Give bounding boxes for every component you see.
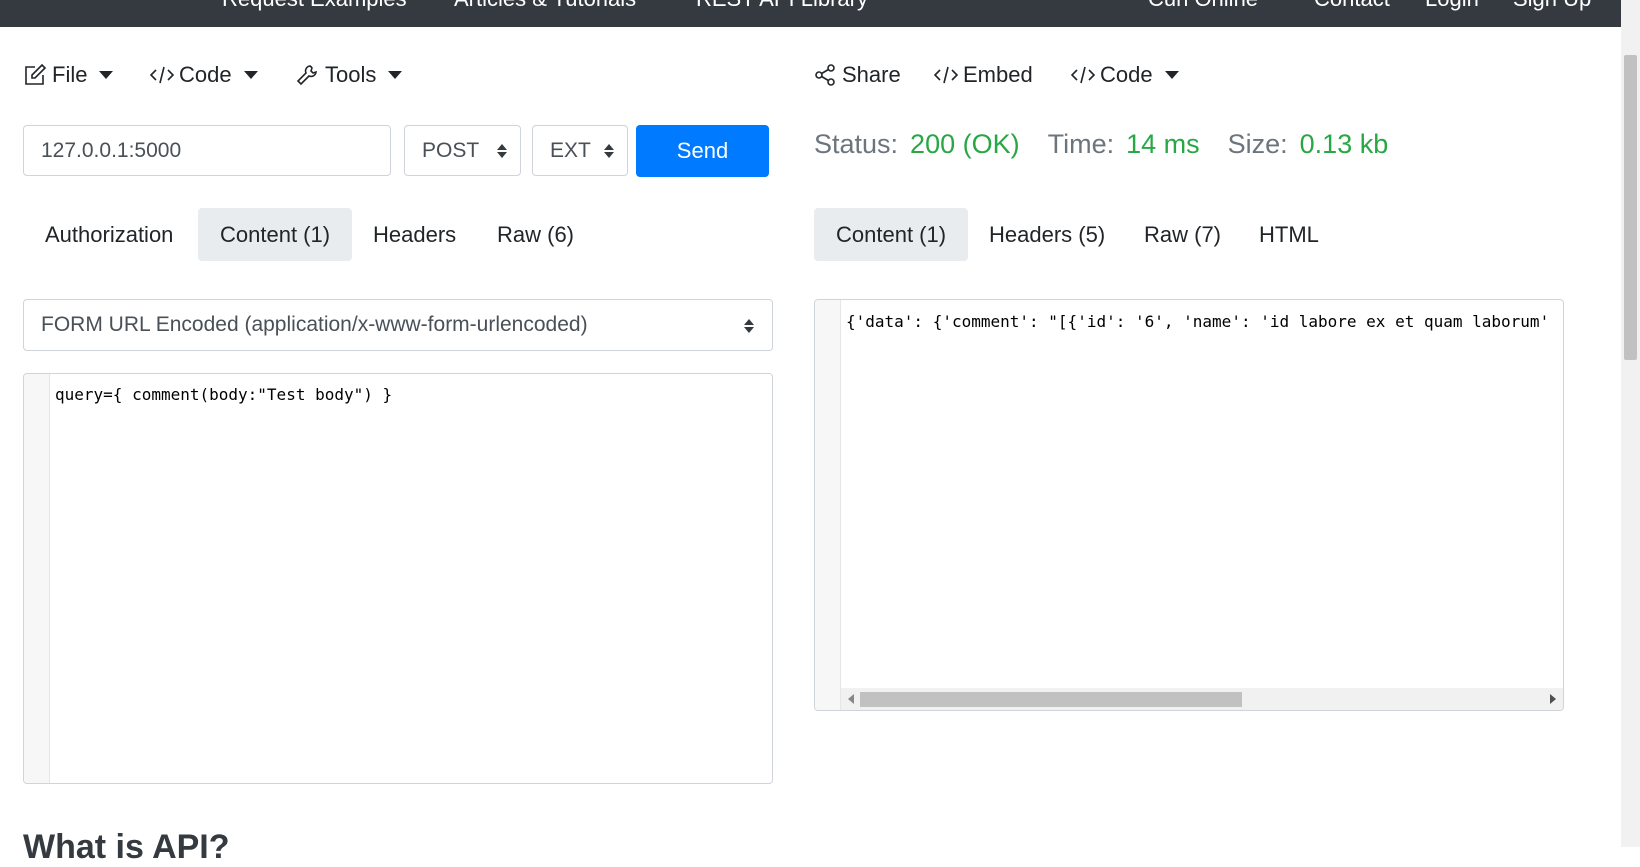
- nav-link-curl-online[interactable]: Curl Online: [1148, 0, 1258, 12]
- nav-link-articles-tutorials[interactable]: Articles & Tutorials: [454, 0, 636, 12]
- share-button[interactable]: Share: [813, 58, 901, 92]
- response-status-line: Status: 200 (OK) Time: 14 ms Size: 0.13 …: [814, 124, 1416, 164]
- edit-icon: [23, 63, 47, 87]
- status-label: Status:: [814, 128, 899, 159]
- code-icon: [150, 65, 174, 85]
- editor-gutter: [24, 374, 50, 783]
- response-code-menu[interactable]: Code: [1071, 58, 1179, 92]
- file-menu[interactable]: File: [23, 58, 114, 92]
- horizontal-scrollbar-thumb[interactable]: [860, 692, 1242, 707]
- top-navbar: Request Examples Articles & Tutorials RE…: [0, 0, 1621, 27]
- time-label: Time:: [1047, 128, 1115, 159]
- code-menu[interactable]: Code: [150, 58, 258, 92]
- caret-down-icon: [99, 71, 114, 79]
- request-body-editor[interactable]: query={ comment(body:"Test body") }: [23, 373, 773, 784]
- embed-button[interactable]: Embed: [934, 58, 1033, 92]
- scroll-left-arrow-icon[interactable]: [848, 694, 854, 704]
- tools-menu-label: Tools: [325, 62, 377, 87]
- nav-link-contact[interactable]: Contact: [1314, 0, 1390, 12]
- mode-select[interactable]: EXT: [532, 125, 628, 176]
- content-type-select[interactable]: FORM URL Encoded (application/x-www-form…: [23, 299, 773, 351]
- caret-down-icon: [1164, 71, 1179, 79]
- nav-link-rest-api-library[interactable]: REST API Library: [696, 0, 868, 12]
- tab-response-raw[interactable]: Raw (7): [1122, 208, 1243, 261]
- code-menu-label: Code: [179, 62, 232, 87]
- nav-link-request-examples[interactable]: Request Examples: [222, 0, 407, 12]
- response-body-text[interactable]: {'data': {'comment': "[{'id': '6', 'name…: [846, 312, 1549, 331]
- method-select-value: POST: [422, 138, 480, 162]
- tab-content[interactable]: Content (1): [198, 208, 353, 261]
- response-body-viewer[interactable]: {'data': {'comment': "[{'id': '6', 'name…: [814, 299, 1564, 711]
- page-scrollbar-thumb[interactable]: [1624, 55, 1637, 360]
- nav-link-sign-up[interactable]: Sign Up: [1513, 0, 1591, 12]
- nav-link-login[interactable]: Login: [1425, 0, 1479, 12]
- size-label: Size:: [1227, 128, 1288, 159]
- tab-response-content[interactable]: Content (1): [814, 208, 969, 261]
- send-button[interactable]: Send: [636, 125, 769, 177]
- size-value: 0.13 kb: [1299, 128, 1389, 159]
- tab-headers[interactable]: Headers: [351, 208, 478, 261]
- url-input[interactable]: [23, 125, 391, 176]
- status-value: 200 (OK): [910, 128, 1020, 159]
- code-icon: [934, 65, 958, 85]
- tab-authorization[interactable]: Authorization: [23, 208, 195, 261]
- section-heading: What is API?: [23, 828, 230, 866]
- content-type-value: FORM URL Encoded (application/x-www-form…: [41, 313, 588, 336]
- request-body-text[interactable]: query={ comment(body:"Test body") }: [55, 385, 392, 404]
- scroll-right-arrow-icon[interactable]: [1550, 694, 1556, 704]
- share-label: Share: [842, 62, 901, 87]
- tools-menu[interactable]: Tools: [296, 58, 403, 92]
- tab-raw[interactable]: Raw (6): [475, 208, 596, 261]
- select-arrows-icon: [744, 319, 754, 333]
- method-select[interactable]: POST: [404, 125, 521, 176]
- horizontal-scrollbar[interactable]: [841, 688, 1563, 710]
- wrench-icon: [296, 63, 320, 87]
- caret-down-icon: [388, 71, 403, 79]
- embed-label: Embed: [963, 62, 1033, 87]
- select-arrows-icon: [604, 144, 614, 158]
- viewer-gutter: [815, 300, 841, 710]
- tab-response-headers[interactable]: Headers (5): [967, 208, 1127, 261]
- tab-response-html[interactable]: HTML: [1237, 208, 1341, 261]
- time-value: 14 ms: [1126, 128, 1200, 159]
- file-menu-label: File: [52, 62, 88, 87]
- response-code-label: Code: [1100, 62, 1153, 87]
- share-icon: [813, 63, 837, 87]
- mode-select-value: EXT: [550, 138, 591, 162]
- code-icon: [1071, 65, 1095, 85]
- select-arrows-icon: [497, 144, 507, 158]
- caret-down-icon: [243, 71, 258, 79]
